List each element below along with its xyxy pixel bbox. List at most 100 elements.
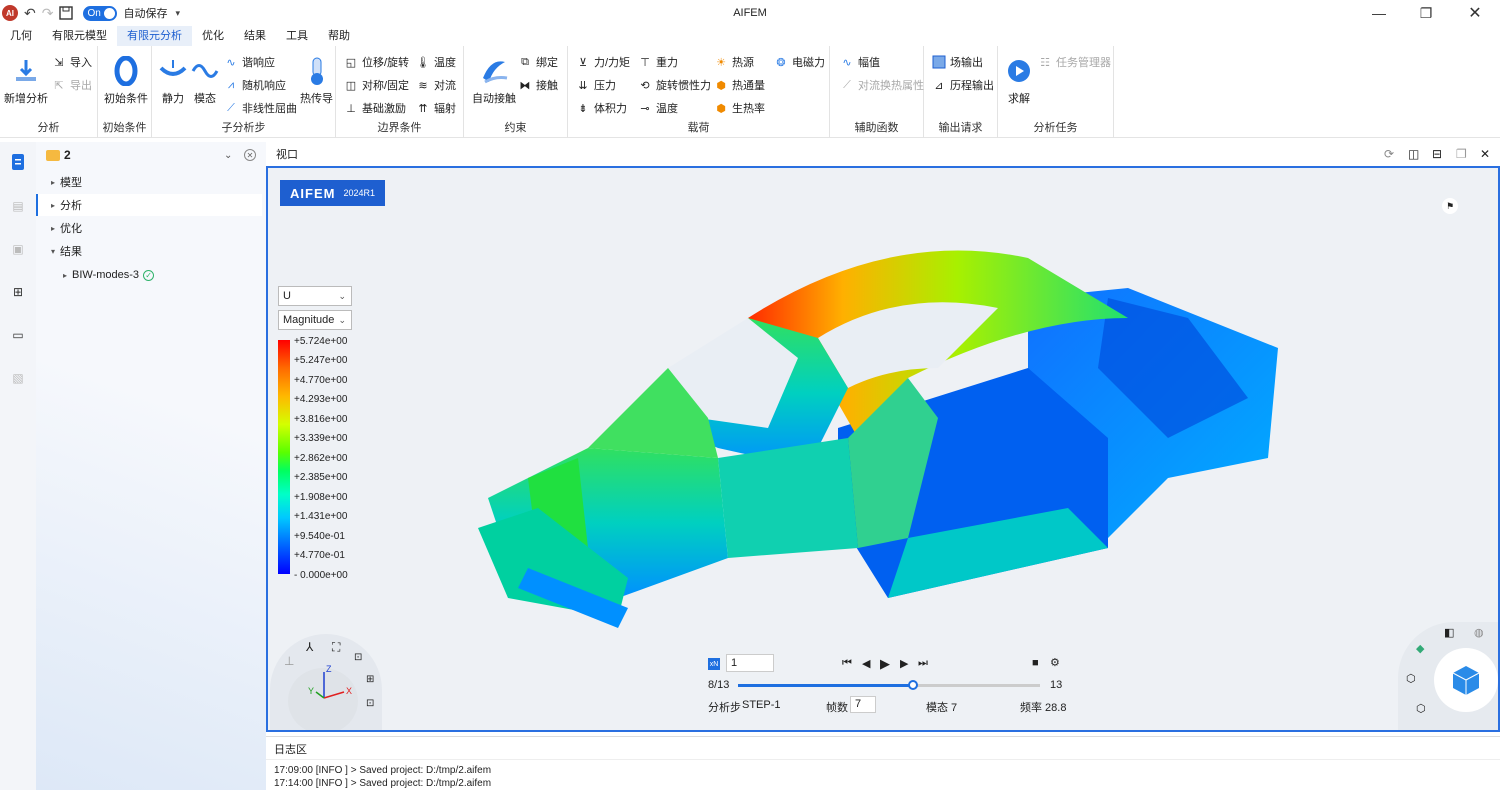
- heat-gen-button[interactable]: ⬢ 生热率: [714, 100, 765, 116]
- solve-button[interactable]: 求解: [1004, 56, 1034, 106]
- electromagnetic-button[interactable]: ❂ 电磁力: [774, 54, 825, 70]
- heat-flux-button[interactable]: ⬢ 热通量: [714, 77, 765, 93]
- play-icon[interactable]: ▶: [880, 656, 890, 672]
- refresh-icon[interactable]: ⟳: [1384, 147, 1394, 161]
- tree-item-analysis[interactable]: ▸ 分析: [36, 194, 262, 216]
- document-icon[interactable]: [8, 152, 28, 172]
- heat-transfer-button[interactable]: 热传导: [300, 56, 333, 106]
- menu-geometry[interactable]: 几何: [0, 26, 42, 46]
- record-icon[interactable]: ■: [1032, 657, 1039, 669]
- minimize-button[interactable]: —: [1356, 0, 1402, 26]
- next-frame-icon[interactable]: ▶: [900, 657, 908, 670]
- sym-fixed-button[interactable]: ◫ 对称/固定: [344, 77, 409, 93]
- force-moment-button[interactable]: ⊻ 力/力矩: [576, 54, 630, 70]
- restore-icon[interactable]: ❐: [1456, 147, 1467, 161]
- frame-slider-knob[interactable]: [908, 680, 919, 690]
- body-force-button[interactable]: ⇟ 体积力: [576, 100, 627, 116]
- collapse-chevron-icon[interactable]: ⌄: [224, 150, 232, 161]
- history-output-button[interactable]: ⊿ 历程输出: [932, 77, 994, 93]
- menu-fe-model[interactable]: 有限元模型: [42, 26, 117, 46]
- undo-icon[interactable]: ↶: [24, 3, 36, 23]
- nonlinear-buckling-button[interactable]: ⟋ 非线性屈曲: [224, 100, 297, 116]
- disp-rot-button[interactable]: ◱ 位移/旋转: [344, 54, 409, 70]
- redo-icon[interactable]: ↷: [42, 3, 54, 23]
- gravity-button[interactable]: ⊤ 重力: [638, 54, 678, 70]
- add-folder-icon[interactable]: ⊞: [8, 282, 28, 302]
- contact-button[interactable]: ⧓ 接触: [518, 77, 559, 93]
- step-value: STEP-1: [742, 699, 781, 711]
- folder-gear-icon[interactable]: ▣: [8, 239, 28, 259]
- close-viewport-icon[interactable]: ✕: [1480, 147, 1490, 161]
- maximize-button[interactable]: ❐: [1403, 0, 1449, 26]
- amplitude-button[interactable]: ∿ 幅值: [840, 54, 880, 70]
- view-cube[interactable]: [1434, 648, 1498, 712]
- menu-optimization[interactable]: 优化: [192, 26, 234, 46]
- conv-heat-prop-button[interactable]: ⟋ 对流换热属性: [840, 77, 924, 93]
- tree-item-results[interactable]: ▾ 结果: [36, 240, 262, 262]
- zoom-fit-icon[interactable]: ⊡: [366, 698, 374, 709]
- pin-icon[interactable]: ⚑: [1442, 198, 1458, 214]
- frame-slider[interactable]: [738, 680, 1040, 690]
- field-output-button[interactable]: 场输出: [932, 54, 983, 70]
- model-icon[interactable]: ▤: [8, 196, 28, 216]
- component-select[interactable]: Magnitude ⌄: [278, 310, 352, 330]
- quick-access-dropdown-icon[interactable]: ▾: [175, 3, 180, 23]
- pressure-button[interactable]: ⇊ 压力: [576, 77, 616, 93]
- triad-view-icon[interactable]: ⅄: [306, 640, 313, 654]
- open-folder-icon[interactable]: ▭: [8, 325, 28, 345]
- axis-view-icon[interactable]: ⊥: [284, 654, 294, 668]
- rot-inertia-button[interactable]: ⟲ 旋转惯性力: [638, 77, 711, 93]
- static-button[interactable]: 静力: [158, 56, 188, 106]
- zoom-box-icon[interactable]: ⊡: [354, 652, 362, 663]
- first-frame-icon[interactable]: ⏮: [842, 657, 852, 670]
- initial-conditions-button[interactable]: 初始条件: [104, 56, 148, 106]
- random-response-button[interactable]: ⩘ 随机响应: [224, 77, 286, 93]
- palette-icon[interactable]: ◍: [1474, 626, 1484, 639]
- prev-frame-icon[interactable]: ◀: [862, 657, 870, 670]
- export-button[interactable]: ⇱ 导出: [52, 77, 92, 93]
- menu-tools[interactable]: 工具: [276, 26, 318, 46]
- temperature-bc-button[interactable]: 🌡 温度: [416, 54, 456, 70]
- split-horizontal-icon[interactable]: ⊟: [1432, 147, 1442, 161]
- view-compass[interactable]: ⊥ ⅄ ⛶ ⊡ ⊞ ⊡ Z X Y: [270, 634, 382, 730]
- car-body-model[interactable]: [468, 218, 1298, 648]
- tree-item-optimization[interactable]: ▸ 优化: [36, 217, 262, 239]
- viewport-canvas[interactable]: AIFEM 2024R1 ⚑ U ⌄ Magnitude ⌄ +5.724e+00 +…: [266, 166, 1500, 732]
- new-analysis-button[interactable]: 新增分析: [4, 56, 48, 106]
- modal-button[interactable]: 模态: [190, 56, 220, 106]
- tree-item-model[interactable]: ▸ 模型: [36, 171, 262, 193]
- split-vertical-icon[interactable]: ◫: [1408, 147, 1419, 161]
- tree-item-biw-modes[interactable]: ▸ BIW-modes-3 ✓: [36, 264, 262, 286]
- settings-gear-icon[interactable]: ⚙: [1050, 656, 1060, 669]
- auto-contact-button[interactable]: 自动接触: [472, 56, 516, 106]
- scale-input[interactable]: 1: [726, 654, 774, 672]
- shaded-cube-icon[interactable]: ◆: [1416, 642, 1424, 655]
- view-cube-menu[interactable]: ◧ ◍ ◆ ⬡ ⬡: [1398, 622, 1498, 730]
- menu-results[interactable]: 结果: [234, 26, 276, 46]
- base-excitation-button[interactable]: ⊥ 基础激励: [344, 100, 406, 116]
- radiation-button[interactable]: ⇈ 辐射: [416, 100, 456, 116]
- export-folder-icon[interactable]: ▧: [8, 368, 28, 388]
- autosave-toggle[interactable]: On: [83, 5, 118, 21]
- half-view-icon[interactable]: ◧: [1444, 626, 1454, 639]
- last-frame-icon[interactable]: ⏭: [918, 657, 928, 670]
- outline-cube-icon[interactable]: ⬡: [1416, 702, 1426, 715]
- menu-fe-analysis[interactable]: 有限元分析: [117, 26, 192, 46]
- import-button[interactable]: ⇲ 导入: [52, 54, 92, 70]
- close-button[interactable]: ✕: [1452, 0, 1498, 26]
- task-manager-button[interactable]: ☷ 任务管理器: [1038, 54, 1111, 70]
- close-tree-icon[interactable]: ✕: [244, 149, 256, 161]
- harmonic-button[interactable]: ∿ 谐响应: [224, 54, 275, 70]
- heat-source-button[interactable]: ☀ 热源: [714, 54, 754, 70]
- frames-input[interactable]: 7: [850, 696, 876, 713]
- tie-button[interactable]: ⧉ 绑定: [518, 54, 558, 70]
- temperature-load-button[interactable]: ⊸ 温度: [638, 100, 678, 116]
- grid-view-icon[interactable]: ⊞: [366, 674, 374, 685]
- fit-view-icon[interactable]: ⛶: [332, 640, 340, 655]
- variable-select[interactable]: U ⌄: [278, 286, 352, 306]
- wireframe-cube-icon[interactable]: ⬡: [1406, 672, 1416, 685]
- save-icon[interactable]: [59, 3, 74, 23]
- convection-button[interactable]: ≋ 对流: [416, 77, 456, 93]
- menu-help[interactable]: 帮助: [318, 26, 360, 46]
- tree-root-label[interactable]: 2: [64, 148, 71, 162]
